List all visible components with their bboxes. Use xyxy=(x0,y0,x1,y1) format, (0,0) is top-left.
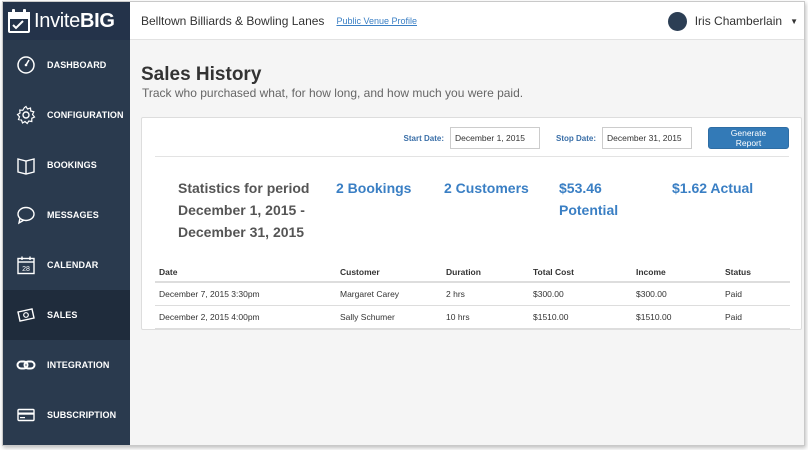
cell-status: Paid xyxy=(721,282,790,306)
stats-label-line: Statistics for period xyxy=(178,180,310,196)
stop-date-input[interactable] xyxy=(602,127,692,149)
statistics-period-label: Statistics for period December 1, 2015 -… xyxy=(178,177,338,243)
sidebar-item-bookings[interactable]: BOOKINGS xyxy=(3,140,130,190)
venue-name: Belltown Billiards & Bowling Lanes xyxy=(141,13,325,28)
dashboard-gauge-icon xyxy=(15,54,37,76)
cell-total-cost: $300.00 xyxy=(529,282,632,306)
table-row: December 2, 2015 4:00pm Sally Schumer 10… xyxy=(155,305,790,329)
logo[interactable]: InviteBIG xyxy=(3,2,130,40)
start-date-input[interactable] xyxy=(450,127,540,149)
cell-date: December 2, 2015 4:00pm xyxy=(155,305,336,329)
logo-text: InviteBIG xyxy=(34,9,115,32)
column-header: Duration xyxy=(442,262,529,283)
sidebar-item-label: CALENDAR xyxy=(47,260,99,270)
cell-customer: Sally Schumer xyxy=(336,305,442,329)
stat-customers: 2 Customers xyxy=(444,180,529,196)
sidebar-item-label: MESSAGES xyxy=(47,210,99,220)
stats-label-line: December 31, 2015 xyxy=(178,224,305,240)
app-window: InviteBIG DASHBOARD CONFIGURATION BOOKIN… xyxy=(2,1,805,446)
sidebar-item-integration[interactable]: INTEGRATION xyxy=(3,340,130,390)
stats-label-line: December 1, 2015 - xyxy=(178,202,305,218)
sales-panel: Start Date: Stop Date: Generate Report S… xyxy=(141,117,802,330)
column-header: Status xyxy=(721,262,790,283)
divider xyxy=(155,156,789,157)
main-content: Sales History Track who purchased what, … xyxy=(130,40,804,445)
sales-table: Date Customer Duration Total Cost Income… xyxy=(155,262,790,329)
calendar-icon: 28 xyxy=(15,254,37,276)
sidebar-item-configuration[interactable]: CONFIGURATION xyxy=(3,90,130,140)
svg-text:28: 28 xyxy=(22,266,30,273)
sidebar-item-messages[interactable]: MESSAGES xyxy=(3,190,130,240)
sidebar-item-label: INTEGRATION xyxy=(47,360,110,370)
stat-bookings: 2 Bookings xyxy=(336,180,412,196)
cell-duration: 2 hrs xyxy=(442,282,529,306)
sidebar-item-sales[interactable]: SALES xyxy=(3,290,130,340)
gear-icon xyxy=(15,104,37,126)
date-filter: Start Date: Stop Date: Generate Report xyxy=(404,127,789,149)
stat-potential: $53.46 Potential xyxy=(559,180,619,218)
column-header: Income xyxy=(632,262,721,283)
page-title: Sales History xyxy=(141,64,262,85)
cell-status: Paid xyxy=(721,305,790,329)
sidebar-item-calendar[interactable]: 28 CALENDAR xyxy=(3,240,130,290)
sidebar: InviteBIG DASHBOARD CONFIGURATION BOOKIN… xyxy=(3,2,130,445)
user-name: Iris Chamberlain xyxy=(694,14,783,28)
column-header: Customer xyxy=(336,262,442,283)
caret-down-icon: ▼ xyxy=(790,16,798,26)
stop-date-label: Stop Date: xyxy=(556,133,596,143)
user-menu[interactable]: Iris Chamberlain ▼ xyxy=(667,2,798,40)
generate-report-button[interactable]: Generate Report xyxy=(708,127,789,149)
cell-total-cost: $1510.00 xyxy=(529,305,632,329)
cell-duration: 10 hrs xyxy=(442,305,529,329)
column-header: Date xyxy=(155,262,336,283)
calendar-logo-icon xyxy=(8,9,30,33)
money-icon xyxy=(15,304,37,326)
book-icon xyxy=(15,154,37,176)
table-header-row: Date Customer Duration Total Cost Income… xyxy=(155,262,790,283)
cell-income: $300.00 xyxy=(632,282,721,306)
link-icon xyxy=(15,354,37,376)
cell-customer: Margaret Carey xyxy=(336,282,442,306)
avatar xyxy=(667,11,687,31)
sidebar-item-label: DASHBOARD xyxy=(47,60,107,70)
cell-date: December 7, 2015 3:30pm xyxy=(155,282,336,306)
sidebar-item-label: SUBSCRIPTION xyxy=(47,410,117,420)
top-bar: Belltown Billiards & Bowling Lanes Publi… xyxy=(130,2,804,40)
table-row: December 7, 2015 3:30pm Margaret Carey 2… xyxy=(155,282,790,306)
sidebar-item-label: BOOKINGS xyxy=(47,160,97,170)
stat-actual: $1.62 Actual xyxy=(672,180,754,196)
speech-bubble-icon xyxy=(15,204,37,226)
page-subtitle: Track who purchased what, for how long, … xyxy=(142,86,524,100)
sidebar-item-label: CONFIGURATION xyxy=(47,110,124,120)
sidebar-item-subscription[interactable]: SUBSCRIPTION xyxy=(3,390,130,440)
start-date-label: Start Date: xyxy=(403,133,444,143)
cell-income: $1510.00 xyxy=(632,305,721,329)
public-venue-profile-link[interactable]: Public Venue Profile xyxy=(336,16,417,26)
credit-card-icon xyxy=(15,404,37,426)
column-header: Total Cost xyxy=(529,262,632,283)
sidebar-item-label: SALES xyxy=(47,310,78,320)
sidebar-item-dashboard[interactable]: DASHBOARD xyxy=(3,40,130,90)
